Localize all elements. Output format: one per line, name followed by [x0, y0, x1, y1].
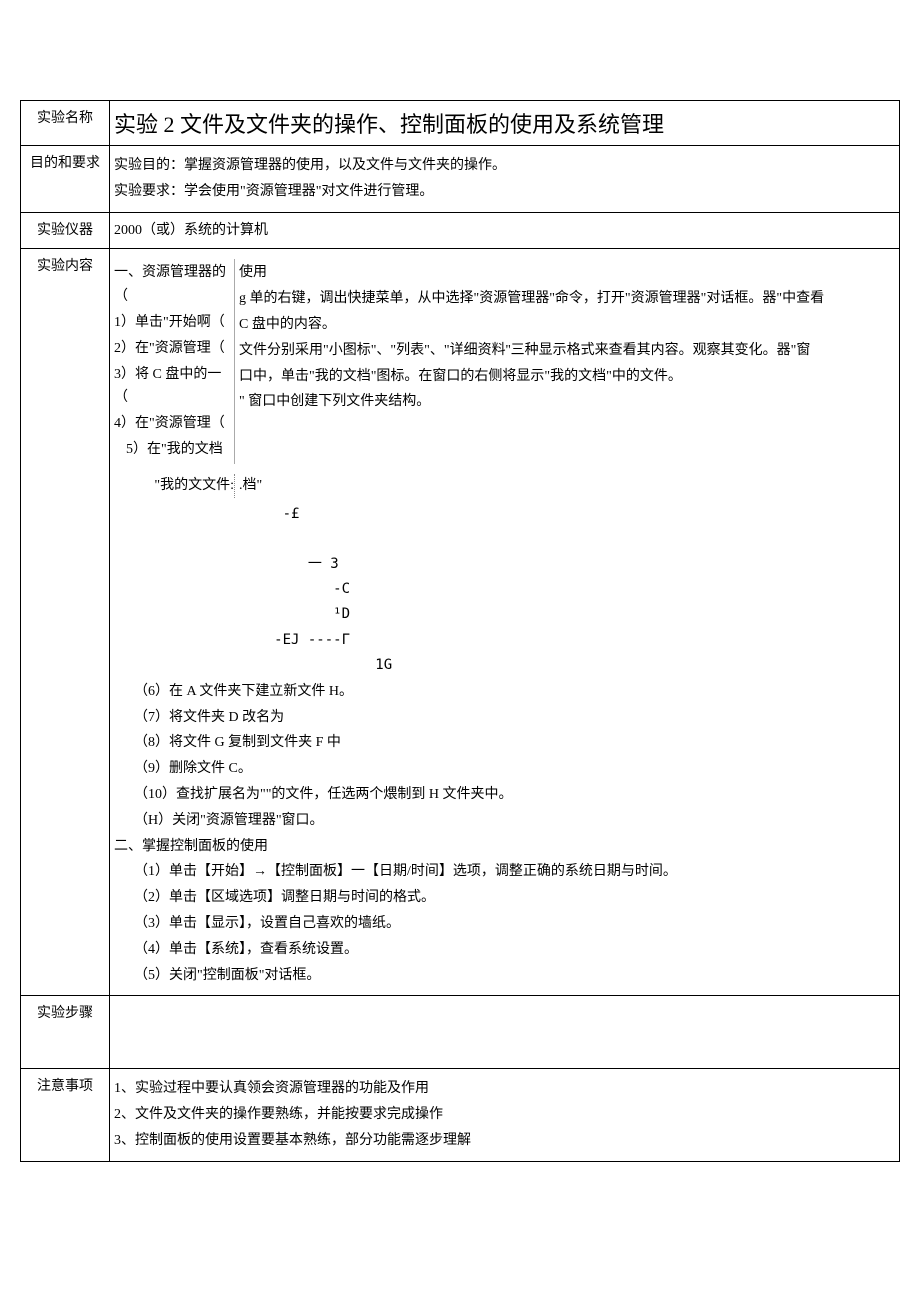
label-purpose: 目的和要求 — [21, 146, 110, 213]
experiment-table: 实验名称 实验 2 文件及文件夹的操作、控制面板的使用及系统管理 目的和要求 实… — [20, 100, 900, 1162]
document-page: 实验名称 实验 2 文件及文件夹的操作、控制面板的使用及系统管理 目的和要求 实… — [20, 100, 900, 1162]
row-content: 实验内容 一、资源管理器的（ 1）单击"开始啊（ 2）在"资源管理（ 3）将 C… — [21, 249, 900, 996]
content-left-col: 一、资源管理器的（ 1）单击"开始啊（ 2）在"资源管理（ 3）将 C 盘中的一… — [114, 259, 234, 463]
value-name: 实验 2 文件及文件夹的操作、控制面板的使用及系统管理 — [110, 101, 900, 146]
tree-header: "我的文文件: .档" — [114, 472, 895, 500]
left-line: 4）在"资源管理（ — [114, 412, 234, 436]
note-line: 2、文件及文件夹的操作要熟练，并能按要求完成操作 — [114, 1103, 895, 1127]
left-line: 3）将 C 盘中的一（ — [114, 363, 234, 411]
value-notes: 1、实验过程中要认真领会资源管理器的功能及作用 2、文件及文件夹的操作要熟练，并… — [110, 1069, 900, 1161]
tree-line: -£ — [114, 506, 299, 522]
content-line: 二、掌握控制面板的使用 — [114, 835, 895, 859]
tree-line: 一 3 — [114, 556, 339, 572]
right-line: 口中，单击"我的文档"图标。在窗口的右侧将显示"我的文档"中的文件。 — [239, 365, 895, 389]
right-line: g 单的右键，调出快捷菜单，从中选择"资源管理器"命令，打开"资源管理器"对话框… — [239, 287, 895, 311]
tree-line: 1G — [114, 657, 392, 673]
purpose-line1: 实验目的：掌握资源管理器的使用，以及文件与文件夹的操作。 — [114, 154, 895, 178]
note-line: 1、实验过程中要认真领会资源管理器的功能及作用 — [114, 1077, 895, 1101]
left-line: 2）在"资源管理（ — [114, 337, 234, 361]
right-line: 使用 — [239, 261, 895, 285]
panel-block: （1）单击【开始】→【控制面板】一【日期/时间】选项，调整正确的系统日期与时间。… — [134, 860, 895, 987]
note-line: 3、控制面板的使用设置要基本熟练，部分功能需逐步理解 — [114, 1129, 895, 1153]
tree-line: ¹D — [114, 606, 350, 622]
tree-line: -EJ ----Γ — [114, 632, 350, 648]
folder-tree: -£ 一 3 -C ¹D -EJ ----Γ 1G — [114, 502, 895, 678]
row-name: 实验名称 实验 2 文件及文件夹的操作、控制面板的使用及系统管理 — [21, 101, 900, 146]
content-line: （8）将文件 G 复制到文件夹 F 中 — [134, 731, 895, 755]
content-line: （7）将文件夹 D 改名为 — [134, 706, 895, 730]
tree-header-right: .档" — [234, 474, 895, 498]
value-equipment: 2000（或）系统的计算机 — [110, 212, 900, 249]
right-line: C 盘中的内容。 — [239, 313, 895, 337]
left-line: 1）单击"开始啊（ — [114, 311, 234, 335]
content-line: （H）关闭"资源管理器"窗口。 — [134, 809, 895, 833]
label-name: 实验名称 — [21, 101, 110, 146]
row-steps: 实验步骤 — [21, 996, 900, 1069]
purpose-line2: 实验要求：学会使用"资源管理器"对文件进行管理。 — [114, 180, 895, 204]
label-content: 实验内容 — [21, 249, 110, 996]
label-notes: 注意事项 — [21, 1069, 110, 1161]
content-line: （9）删除文件 C。 — [134, 757, 895, 781]
row-equipment: 实验仪器 2000（或）系统的计算机 — [21, 212, 900, 249]
value-steps — [110, 996, 900, 1069]
row-purpose: 目的和要求 实验目的：掌握资源管理器的使用，以及文件与文件夹的操作。 实验要求：… — [21, 146, 900, 213]
value-purpose: 实验目的：掌握资源管理器的使用，以及文件与文件夹的操作。 实验要求：学会使用"资… — [110, 146, 900, 213]
label-steps: 实验步骤 — [21, 996, 110, 1069]
left-line: 5）在"我的文档 — [114, 438, 234, 462]
label-equipment: 实验仪器 — [21, 212, 110, 249]
content-line: （5）关闭"控制面板"对话框。 — [134, 964, 895, 988]
content-split: 一、资源管理器的（ 1）单击"开始啊（ 2）在"资源管理（ 3）将 C 盘中的一… — [114, 257, 895, 465]
content-line: （10）查找扩展名为""的文件，任选两个煨制到 H 文件夹中。 — [134, 783, 895, 807]
content-line: （2）单击【区域选项】调整日期与时间的格式。 — [134, 886, 895, 910]
tree-header-left: "我的文文件: — [114, 474, 234, 498]
right-line: 文件分别采用"小图标"、"列表"、"详细资料''三种显示格式来查看其内容。观察其… — [239, 339, 895, 363]
value-content: 一、资源管理器的（ 1）单击"开始啊（ 2）在"资源管理（ 3）将 C 盘中的一… — [110, 249, 900, 996]
content-right-col: 使用 g 单的右键，调出快捷菜单，从中选择"资源管理器"命令，打开"资源管理器"… — [234, 259, 895, 463]
content-line: （4）单击【系统】，查看系统设置。 — [134, 938, 895, 962]
tree-line: -C — [114, 581, 350, 597]
left-line: 一、资源管理器的（ — [114, 261, 234, 309]
after-tree-block: （6）在 A 文件夹下建立新文件 H。 （7）将文件夹 D 改名为 （8）将文件… — [134, 680, 895, 833]
right-line: " 窗口中创建下列文件夹结构。 — [239, 390, 895, 414]
row-notes: 注意事项 1、实验过程中要认真领会资源管理器的功能及作用 2、文件及文件夹的操作… — [21, 1069, 900, 1161]
content-line: （3）单击【显示】，设置自己喜欢的墙纸。 — [134, 912, 895, 936]
content-line: （1）单击【开始】→【控制面板】一【日期/时间】选项，调整正确的系统日期与时间。 — [134, 860, 895, 884]
content-line: （6）在 A 文件夹下建立新文件 H。 — [134, 680, 895, 704]
